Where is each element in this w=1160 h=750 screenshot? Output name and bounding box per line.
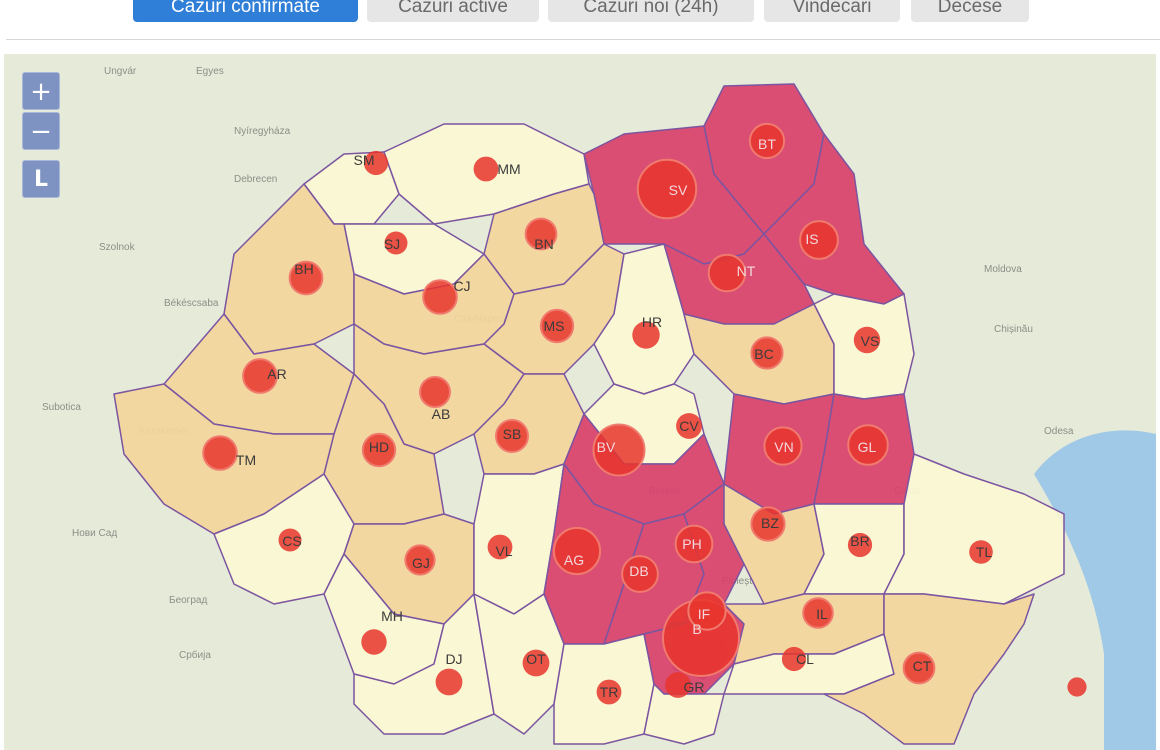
county-code-label: TR — [600, 684, 619, 700]
case-bubble-mm[interactable] — [473, 156, 499, 182]
county-code-label: TM — [236, 452, 256, 468]
county-code-label: CJ — [453, 278, 470, 294]
county-code-label: VS — [861, 333, 880, 349]
case-bubble-sea[interactable] — [1067, 677, 1087, 697]
basemap-place-label: Békéscsaba — [164, 298, 219, 309]
basemap-place-label: Београд — [169, 595, 207, 606]
county-code-label: DB — [629, 563, 648, 579]
basemap-place-label: Nyíregyháza — [234, 126, 291, 137]
zoom-in-button[interactable]: + — [22, 72, 60, 110]
case-bubble-dj[interactable] — [435, 668, 463, 696]
case-bubble-cj[interactable] — [422, 279, 458, 315]
tab-divider — [6, 39, 1160, 40]
county-code-label: BT — [758, 136, 776, 152]
basemap-place-label: Србија — [179, 649, 211, 661]
county-code-label: HD — [369, 439, 389, 455]
county-code-label: PH — [682, 536, 701, 552]
tab-new-cases-24h[interactable]: Cazuri noi (24h) — [548, 0, 754, 22]
romania-cases-map[interactable]: Ungvár Egyes Nyíregyháza Debrecen Szolnok Bék… — [4, 54, 1156, 750]
county-code-label: IS — [805, 231, 818, 247]
county-code-label: B — [692, 621, 701, 637]
map-canvas[interactable]: Ungvár Egyes Nyíregyháza Debrecen Szolnok Bék… — [4, 54, 1156, 750]
county-code-label: CV — [679, 418, 699, 434]
county-code-label: CL — [796, 651, 814, 667]
basemap-place-label: Chișinău — [994, 324, 1033, 335]
basemap-place-label: Subotica — [42, 402, 81, 413]
county-code-label: VL — [495, 543, 512, 559]
county-code-label: BR — [850, 533, 869, 549]
county-code-label: VN — [774, 439, 793, 455]
county-code-label: GJ — [412, 555, 430, 571]
county-code-label: HR — [642, 314, 662, 330]
county-code-label: AR — [267, 366, 286, 382]
county-code-label: MM — [497, 161, 520, 177]
tab-active-cases[interactable]: Cazuri active — [367, 0, 539, 22]
case-bubble-tm[interactable] — [202, 435, 238, 471]
county-code-label: SM — [354, 152, 375, 168]
county-code-label: SB — [503, 426, 522, 442]
county-code-label: MH — [381, 608, 403, 624]
county-code-label: IL — [816, 606, 828, 622]
county-code-label: BC — [754, 346, 773, 362]
indicator-tab-bar: Cazuri confirmate Cazuri active Cazuri n… — [0, 0, 1160, 40]
basemap-place-label: Egyes — [196, 66, 224, 77]
basemap-place-label: Ungvár — [104, 66, 137, 77]
case-bubble-mh[interactable] — [361, 629, 387, 655]
case-bubble-sv[interactable] — [636, 158, 698, 220]
county-code-label: OT — [526, 651, 546, 667]
tab-confirmed-cases[interactable]: Cazuri confirmate — [133, 0, 358, 22]
county-code-label: SJ — [384, 236, 400, 252]
basemap-place-label: Odesa — [1044, 426, 1074, 437]
county-code-label: MS — [544, 318, 565, 334]
county-code-label: CT — [913, 658, 932, 674]
basemap-place-label: Szolnok — [99, 242, 136, 253]
county-code-label: BN — [534, 236, 553, 252]
basemap-place-label: Нови Сад — [72, 528, 117, 539]
county-code-label: IF — [698, 606, 710, 622]
tab-recoveries[interactable]: Vindecari — [764, 0, 900, 22]
county-code-label: DJ — [445, 651, 462, 667]
county-code-label: BH — [294, 261, 313, 277]
zoom-out-button[interactable]: − — [22, 112, 60, 150]
county-code-label: AB — [432, 406, 451, 422]
county-code-label: BZ — [761, 515, 779, 531]
county-code-label: GR — [684, 679, 705, 695]
basemap-place-label: Moldova — [984, 264, 1022, 275]
tab-deaths[interactable]: Decese — [911, 0, 1029, 22]
county-code-label: SV — [669, 182, 688, 198]
county-code-label: BV — [597, 439, 616, 455]
county-code-label: TL — [976, 544, 993, 560]
county-code-label: GL — [858, 439, 877, 455]
county-code-label: AG — [564, 552, 584, 568]
layers-button[interactable]: L — [22, 160, 60, 198]
county-code-label: CS — [282, 533, 301, 549]
case-bubble-ab[interactable] — [419, 376, 451, 408]
county-code-label: NT — [737, 263, 756, 279]
basemap-place-label: Debrecen — [234, 174, 277, 185]
